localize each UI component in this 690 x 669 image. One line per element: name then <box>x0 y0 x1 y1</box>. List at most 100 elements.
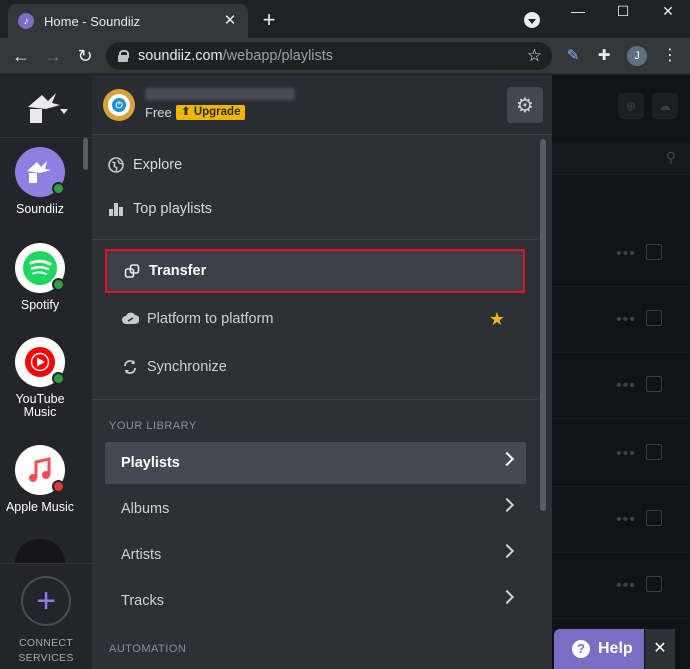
background-search-bar: ⚲ <box>552 141 690 175</box>
maximize-button[interactable]: ☐ <box>603 0 643 22</box>
library-item-label: Albums <box>121 501 170 517</box>
rail-divider <box>0 137 92 138</box>
apple-music-service-icon <box>15 445 65 495</box>
reload-icon[interactable]: ↻ <box>74 45 96 67</box>
help-close-button[interactable]: ✕ <box>645 629 675 669</box>
services-rail: Soundiiz Spotify YouTube Music Apple Mus… <box>0 75 92 669</box>
library-item-label: Artists <box>121 547 162 563</box>
service-label: YouTube Music <box>15 392 65 419</box>
library-item-tracks[interactable]: Tracks <box>105 580 526 622</box>
chevron-right-icon <box>499 497 515 513</box>
help-label: Help <box>598 640 633 657</box>
search-icon: ⚲ <box>665 149 676 165</box>
next-service-partial-icon <box>15 539 65 563</box>
soundiiz-app: Soundiiz Spotify YouTube Music Apple Mus… <box>0 75 690 669</box>
row-checkbox <box>646 244 662 260</box>
menu-item-synchronize[interactable]: Synchronize <box>105 345 525 389</box>
bar-chart-icon <box>107 200 125 218</box>
extensions-puzzle-icon[interactable]: ✚ <box>595 47 613 65</box>
service-spotify[interactable]: Spotify <box>0 243 80 312</box>
globe-icon <box>107 156 125 174</box>
row-checkbox <box>646 310 662 326</box>
list-item: ••• <box>552 353 690 419</box>
list-item: ••• <box>552 487 690 553</box>
library-item-label: Tracks <box>121 593 164 609</box>
more-dots-icon: ••• <box>616 577 636 594</box>
library-item-albums[interactable]: Albums <box>105 488 526 530</box>
menu-item-explore[interactable]: Explore <box>105 143 525 187</box>
address-toolbar: ← → ↻ soundiiz.com/webapp/playlists ☆ ✎ … <box>0 38 690 74</box>
rail-scrollbar[interactable] <box>83 138 88 170</box>
close-tab-icon[interactable]: ✕ <box>222 13 238 29</box>
connect-services[interactable]: + CONNECT SERVICES <box>0 563 92 669</box>
soundiiz-logo-icon[interactable] <box>22 87 72 127</box>
soundiiz-favicon-icon: ♪ <box>18 13 34 29</box>
plan-label: Free <box>145 105 172 120</box>
new-tab-button[interactable]: + <box>258 9 280 31</box>
url-bar[interactable]: soundiiz.com/webapp/playlists ☆ <box>106 42 552 70</box>
help-button[interactable]: ? Help <box>554 629 644 669</box>
service-apple-music[interactable]: Apple Music <box>0 445 80 514</box>
library-header: YOUR LIBRARY <box>109 420 197 432</box>
more-dots-icon: ••• <box>616 377 636 394</box>
menu-item-label: Top playlists <box>133 201 212 217</box>
list-item: ••• <box>552 553 690 619</box>
disconnected-status-dot <box>52 480 65 493</box>
background-page-overlay: ⊕ ☁ ⚲ ••• ••• ••• ••• ••• ••• <box>552 75 690 669</box>
more-dots-icon: ••• <box>616 511 636 528</box>
lock-icon <box>118 50 129 62</box>
tab-title: Home - Soundiiz <box>44 13 141 29</box>
question-icon: ? <box>572 640 590 658</box>
window-close-button[interactable]: ✕ <box>648 0 688 22</box>
add-service-plus-icon[interactable]: + <box>21 576 71 626</box>
connected-status-dot <box>52 182 65 195</box>
chevron-right-icon <box>499 543 515 559</box>
upgrade-button[interactable]: ⬆ Upgrade <box>176 105 246 120</box>
menu-item-top-playlists[interactable]: Top playlists <box>105 187 525 231</box>
library-item-label: Playlists <box>121 455 180 471</box>
browser-tab[interactable]: ♪ Home - Soundiiz ✕ <box>8 4 248 38</box>
profile-avatar[interactable]: J <box>627 46 647 66</box>
service-label: Soundiiz <box>16 202 64 216</box>
menu-item-transfer[interactable]: Transfer <box>105 249 525 293</box>
spotify-service-icon <box>15 243 65 293</box>
bookmark-star-icon[interactable]: ☆ <box>527 46 542 66</box>
row-checkbox <box>646 376 662 392</box>
menu-divider <box>92 239 538 240</box>
settings-gear-button[interactable]: ⚙ <box>507 87 543 123</box>
connected-status-dot <box>52 372 65 385</box>
tab-search-icon[interactable] <box>524 12 540 28</box>
sync-label: Synchronize <box>147 359 227 375</box>
service-youtube-music[interactable]: YouTube Music <box>0 337 80 419</box>
youtube-music-service-icon <box>15 337 65 387</box>
browser-tab-bar: ♪ Home - Soundiiz ✕ + — ☐ ✕ <box>0 0 690 38</box>
more-dots-icon: ••• <box>616 245 636 262</box>
service-soundiiz[interactable]: Soundiiz <box>0 147 80 216</box>
power-icon: ⏻ <box>112 98 126 112</box>
platform-label: Platform to platform <box>147 311 274 327</box>
menu-item-platform-to-platform[interactable]: Platform to platform ★ <box>105 297 525 341</box>
extension-pen-icon[interactable]: ✎ <box>564 47 582 65</box>
panel-scrollbar[interactable] <box>540 139 546 511</box>
menu-divider <box>92 399 538 400</box>
more-dots-icon: ••• <box>616 311 636 328</box>
menu-item-label: Explore <box>133 157 183 173</box>
account-header: ⏻ Free ⬆ Upgrade ⚙ <box>92 75 552 135</box>
url-path: /webapp/playlists <box>222 48 334 64</box>
more-dots-icon: ••• <box>616 445 636 462</box>
url-host: soundiiz.com <box>138 48 223 64</box>
library-item-artists[interactable]: Artists <box>105 534 526 576</box>
forward-arrow-icon[interactable]: → <box>42 45 64 67</box>
gear-icon: ⚙ <box>516 94 534 117</box>
row-checkbox <box>646 576 662 592</box>
list-item: ••• <box>552 287 690 353</box>
browser-menu-icon[interactable]: ⋮ <box>662 46 678 66</box>
connect-label-line1: CONNECT <box>18 637 73 649</box>
minimize-button[interactable]: — <box>558 0 598 22</box>
library-item-playlists[interactable]: Playlists <box>105 442 526 484</box>
transfer-link-icon <box>123 262 141 280</box>
back-arrow-icon[interactable]: ← <box>10 45 32 67</box>
platform-cloud-icon <box>121 310 139 328</box>
list-item: ••• <box>552 421 690 487</box>
user-avatar[interactable]: ⏻ <box>103 89 135 121</box>
